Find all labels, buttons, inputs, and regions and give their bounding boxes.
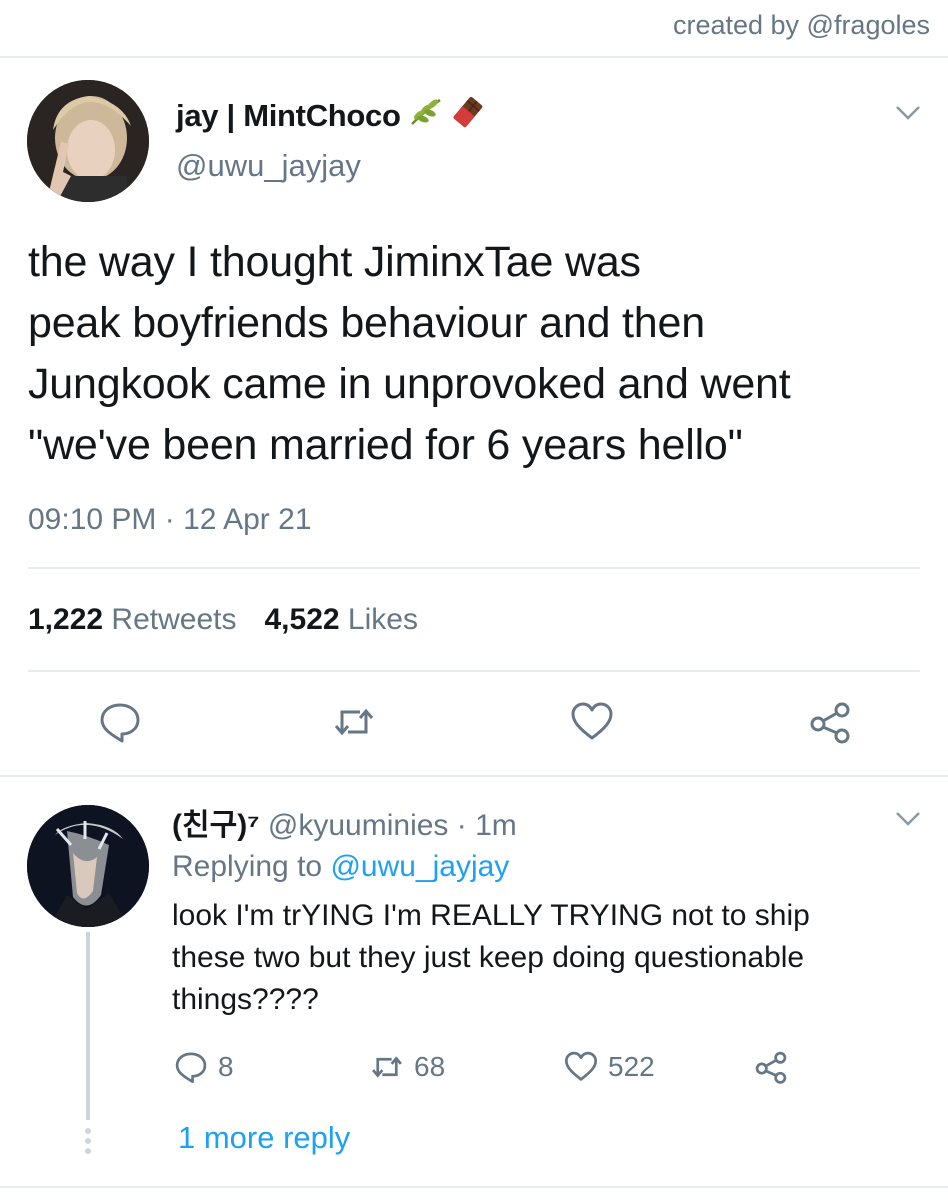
reply-icon[interactable] — [98, 700, 142, 744]
replying-to: Replying to @uwu_jayjay — [172, 850, 509, 884]
avatar[interactable] — [27, 80, 149, 202]
share-icon[interactable] — [808, 700, 852, 744]
chocolate-bar-icon — [451, 95, 485, 137]
retweet-count: 68 — [414, 1051, 446, 1082]
retweet-icon — [372, 1056, 402, 1078]
author-handle[interactable]: @uwu_jayjay — [176, 148, 361, 184]
like-count: 522 — [608, 1051, 655, 1082]
reply-text: look I'm trYING I'm REALLY TRYING not to… — [172, 895, 912, 1021]
tweet-stats: 1,222 Retweets 4,522 Likes — [28, 603, 418, 637]
avatar[interactable] — [27, 805, 149, 927]
tweet-text: the way I thought JiminxTae was peak boy… — [28, 232, 928, 476]
herb-icon — [409, 97, 443, 135]
reply-icon — [175, 1052, 207, 1084]
thread-line — [86, 932, 90, 1120]
retweets-stat[interactable]: 1,222 Retweets — [28, 603, 236, 637]
retweets-count: 1,222 — [28, 603, 104, 636]
reply-line: these two but they just keep doing quest… — [172, 941, 805, 974]
likes-stat[interactable]: 4,522 Likes — [264, 603, 417, 637]
retweets-label: Retweets — [111, 603, 237, 636]
divider — [28, 670, 920, 672]
reply-retweet-button[interactable]: 68 — [370, 1050, 445, 1084]
share-icon — [755, 1051, 787, 1084]
reply-reply-button[interactable]: 8 — [174, 1050, 234, 1084]
like-icon — [564, 1051, 598, 1081]
retweet-icon[interactable] — [332, 700, 376, 744]
reply-header: (친구)⁷ @kyuuminies · 1m — [172, 800, 517, 844]
tweet-timestamp[interactable]: 09:10 PM · 12 Apr 21 — [28, 503, 312, 537]
author-name-text: jay | MintChoco — [176, 98, 401, 133]
divider — [0, 56, 948, 58]
divider — [28, 567, 920, 569]
like-icon[interactable] — [570, 700, 614, 744]
tweet-line: the way I thought JiminxTae was — [28, 238, 641, 286]
reply-count: 8 — [218, 1051, 234, 1082]
reply-share-button[interactable] — [754, 1050, 788, 1084]
reply-line: things???? — [172, 983, 319, 1016]
replying-prefix: Replying to — [172, 850, 323, 883]
tweet-line: Jungkook came in unprovoked and went — [28, 360, 791, 408]
reply-like-button[interactable]: 522 — [564, 1050, 655, 1084]
reply-author-name[interactable]: (친구)⁷ — [172, 809, 260, 842]
more-replies-link[interactable]: 1 more reply — [178, 1120, 350, 1156]
tweet-line: "we've been married for 6 years hello" — [28, 421, 743, 469]
likes-count: 4,522 — [264, 603, 340, 636]
author-display-name[interactable]: jay | MintChoco — [176, 95, 485, 137]
replying-mention-link[interactable]: @uwu_jayjay — [330, 850, 509, 883]
credit-text: created by @fragoles — [672, 10, 930, 40]
divider — [0, 1186, 948, 1188]
tweet-line: peak boyfriends behaviour and then — [28, 299, 705, 347]
reply-line: look I'm trYING I'm REALLY TRYING not to… — [172, 899, 810, 932]
likes-label: Likes — [347, 603, 418, 636]
chevron-down-icon[interactable] — [894, 810, 922, 828]
chevron-down-icon[interactable] — [894, 104, 922, 122]
reply-author-handle-time[interactable]: @kyuuminies · 1m — [268, 809, 517, 842]
thread-dots — [84, 1128, 92, 1158]
divider — [0, 775, 948, 777]
